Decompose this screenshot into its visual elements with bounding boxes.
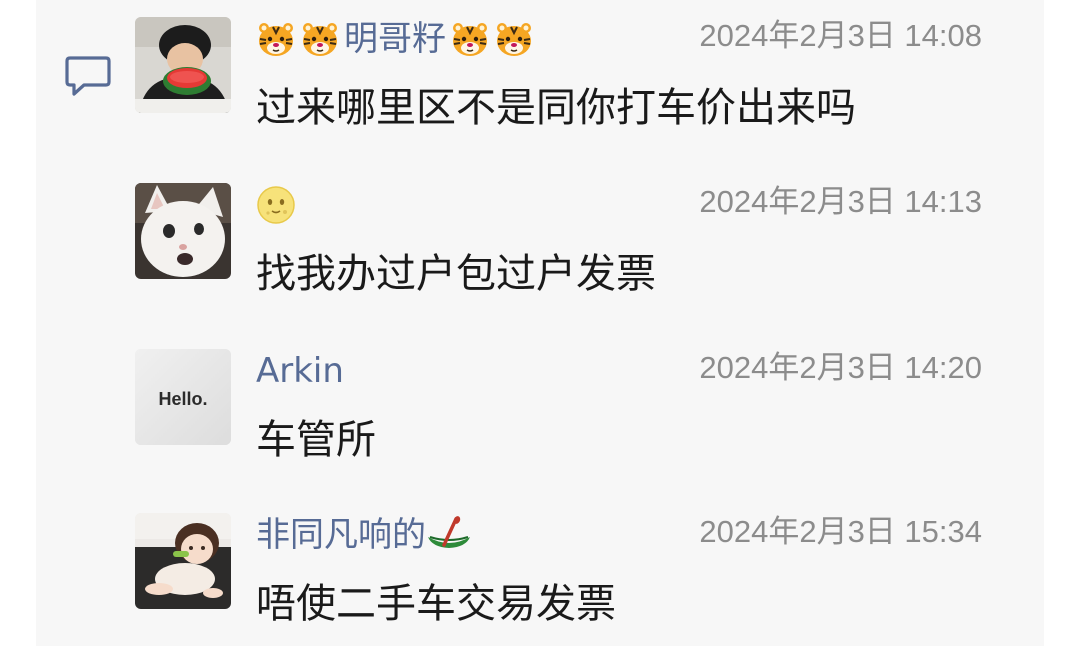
avatar-hello-text: Hello. (158, 389, 207, 409)
hello-card-photo: Hello. (135, 349, 231, 445)
comment-item: 非同凡响的 2024年2月3日 15:34 唔使二手车交易发票 (0, 496, 1080, 646)
comment-text: 唔使二手车交易发票 (256, 581, 616, 627)
canoe-emoji (426, 515, 472, 555)
author-name[interactable] (256, 182, 300, 228)
man-eating-watermelon-photo (135, 17, 231, 113)
white-cat-photo (135, 183, 231, 279)
moon-face-emoji (256, 185, 296, 225)
comment-timestamp: 2024年2月3日 14:13 (699, 184, 982, 219)
comment-text: 车管所 (256, 417, 376, 463)
avatar[interactable] (135, 17, 231, 113)
tiger-face-emoji (256, 19, 296, 59)
baby-doll-photo (135, 513, 231, 609)
comment-text: 过来哪里区不是同你打车价出来吗 (256, 85, 856, 131)
comment-timestamp: 2024年2月3日 14:20 (699, 350, 982, 385)
comment-item: 明哥籽 2024年2月3日 14:08 过来哪里区不是同你打车价出来吗 (0, 0, 1080, 150)
author-name-text: Arkin (256, 351, 344, 391)
author-name[interactable]: 明哥籽 (256, 16, 534, 62)
comment-item: 2024年2月3日 14:13 找我办过户包过户发票 (0, 166, 1080, 316)
author-name[interactable]: Arkin (256, 348, 344, 394)
author-name-text: 明哥籽 (344, 19, 446, 59)
avatar[interactable] (135, 513, 231, 609)
comment-item: Hello. Arkin 2024年2月3日 14:20 车管所 (0, 332, 1080, 482)
avatar[interactable]: Hello. (135, 349, 231, 445)
tiger-face-emoji (494, 19, 534, 59)
avatar[interactable] (135, 183, 231, 279)
author-name[interactable]: 非同凡响的 (256, 512, 476, 558)
comment-timestamp: 2024年2月3日 15:34 (699, 514, 982, 549)
tiger-face-emoji (450, 19, 490, 59)
tiger-face-emoji (300, 19, 340, 59)
comment-timestamp: 2024年2月3日 14:08 (699, 18, 982, 53)
comment-text: 找我办过户包过户发票 (256, 251, 656, 297)
author-name-text: 非同凡响的 (256, 515, 426, 555)
